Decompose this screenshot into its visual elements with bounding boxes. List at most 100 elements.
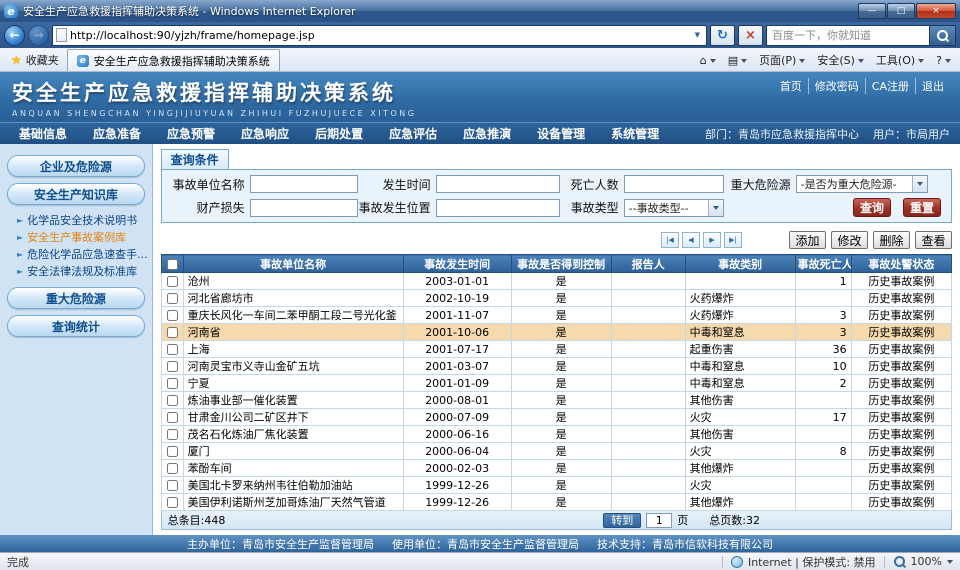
nav-item[interactable]: 应急评估 <box>376 125 450 142</box>
browser-tab[interactable]: e 安全生产应急救援指挥辅助决策系统 <box>67 49 280 71</box>
zoom-control[interactable]: 100% <box>893 555 953 568</box>
table-row[interactable]: 重庆长风化一车间二苯甲酮工段二号光化釜 2001-11-07 是 火药爆炸 3 … <box>161 307 951 324</box>
row-checkbox[interactable] <box>167 327 178 338</box>
close-button[interactable]: × <box>916 3 956 19</box>
back-button[interactable]: ← <box>4 25 25 46</box>
table-row[interactable]: 苯酚车间 2000-02-03 是 其他爆炸 历史事故案例 <box>161 460 951 477</box>
browser-titlebar[interactable]: e 安全生产应急救援指挥辅助决策系统 - Windows Internet Ex… <box>0 0 960 22</box>
address-field[interactable]: ▼ <box>52 25 707 46</box>
maximize-button[interactable]: □ <box>887 3 915 19</box>
goto-page-button[interactable]: 转到 <box>603 513 641 528</box>
table-row[interactable]: 茂名石化炼油厂焦化装置 2000-06-16 是 其他伤害 历史事故案例 <box>161 426 951 443</box>
browser-menu-item[interactable]: ? <box>930 50 957 70</box>
browser-menu-item[interactable]: 安全(S) <box>811 50 870 70</box>
deaths-input[interactable] <box>624 175 724 193</box>
row-checkbox[interactable] <box>167 412 178 423</box>
print-button[interactable]: ▤ <box>722 50 753 70</box>
header-link[interactable]: 修改密码 <box>808 78 865 94</box>
cell-reporter <box>611 443 685 460</box>
home-button[interactable]: ⌂ <box>694 50 722 70</box>
occur-time-label: 发生时间 <box>358 176 436 193</box>
table-row[interactable]: 河北省廊坊市 2002-10-19 是 火药爆炸 历史事故案例 <box>161 290 951 307</box>
nav-item[interactable]: 应急推演 <box>450 125 524 142</box>
header-link[interactable]: 退出 <box>915 78 950 94</box>
sidebar-group-knowledge[interactable]: 安全生产知识库 <box>7 183 145 205</box>
search-submit-button[interactable]: 查询 <box>853 198 891 217</box>
stop-button[interactable]: × <box>738 25 763 46</box>
cell-deaths <box>795 477 851 494</box>
row-checkbox[interactable] <box>167 497 178 508</box>
row-checkbox[interactable] <box>167 310 178 321</box>
sidebar-group-stats[interactable]: 查询统计 <box>7 315 145 337</box>
nav-item[interactable]: 应急准备 <box>80 125 154 142</box>
search-button[interactable] <box>929 26 955 45</box>
table-row[interactable]: 宁夏 2001-01-09 是 中毒和窒息 2 历史事故案例 <box>161 375 951 392</box>
select-dropdown-button[interactable] <box>708 200 723 216</box>
occur-time-input[interactable] <box>436 175 560 193</box>
chevron-down-icon <box>918 59 924 66</box>
search-input[interactable] <box>767 29 929 42</box>
table-row[interactable]: 炼油事业部一催化装置 2000-08-01 是 其他伤害 历史事故案例 <box>161 392 951 409</box>
minimize-button[interactable]: — <box>858 3 886 19</box>
last-page-button[interactable]: ▶| <box>724 232 742 248</box>
row-checkbox[interactable] <box>167 480 178 491</box>
row-checkbox[interactable] <box>167 446 178 457</box>
next-page-button[interactable]: ▶ <box>703 232 721 248</box>
hazard-select[interactable]: -是否为重大危险源- <box>796 175 928 193</box>
add-button[interactable]: 添加 <box>789 231 826 249</box>
forward-button[interactable]: → <box>28 25 49 46</box>
table-row[interactable]: 河南灵宝市义寺山金矿五坑 2001-03-07 是 中毒和窒息 10 历史事故案… <box>161 358 951 375</box>
sidebar-link[interactable]: ► 化学品安全技术说明书 <box>17 212 148 229</box>
nav-item[interactable]: 应急预警 <box>154 125 228 142</box>
browser-menu-item[interactable]: 页面(P) <box>753 50 811 70</box>
url-input[interactable] <box>70 29 689 42</box>
table-row[interactable]: 甘肃金川公司二矿区井下 2000-07-09 是 火灾 17 历史事故案例 <box>161 409 951 426</box>
sidebar-link[interactable]: ► 安全法律法规及标准库 <box>17 263 148 280</box>
sidebar-link[interactable]: ► 危险化学品应急速查手... <box>17 246 148 263</box>
nav-item[interactable]: 后期处置 <box>302 125 376 142</box>
row-checkbox[interactable] <box>167 293 178 304</box>
table-row[interactable]: 美国北卡罗来纳州韦往伯勒加油站 1999-12-26 是 火灾 历史事故案例 <box>161 477 951 494</box>
table-row[interactable]: 河南省 2001-10-06 是 中毒和窒息 3 历史事故案例 <box>161 324 951 341</box>
favorites-button[interactable]: ★ 收藏夹 <box>3 49 67 71</box>
unit-name-input[interactable] <box>250 175 358 193</box>
location-input[interactable] <box>436 199 560 217</box>
delete-button[interactable]: 删除 <box>873 231 910 249</box>
select-all-checkbox[interactable] <box>167 259 178 270</box>
select-dropdown-button[interactable] <box>912 176 927 192</box>
goto-page-input[interactable] <box>646 513 672 528</box>
main-nav: 基础信息 应急准备 应急预警 应急响应 后期处置 应急评估 应急推演 设备管理 … <box>0 122 960 144</box>
address-dropdown-icon[interactable]: ▼ <box>692 31 703 39</box>
view-button[interactable]: 查看 <box>915 231 952 249</box>
sidebar-group-hazard[interactable]: 重大危险源 <box>7 287 145 309</box>
row-checkbox[interactable] <box>167 395 178 406</box>
header-link[interactable]: 首页 <box>774 78 808 94</box>
row-checkbox[interactable] <box>167 276 178 287</box>
browser-menu-item[interactable]: 工具(O) <box>870 50 930 70</box>
table-row[interactable]: 沧州 2003-01-01 是 1 历史事故案例 <box>161 273 951 290</box>
prev-page-button[interactable]: ◀ <box>682 232 700 248</box>
first-page-button[interactable]: |◀ <box>661 232 679 248</box>
table-row[interactable]: 厦门 2000-06-04 是 火灾 8 历史事故案例 <box>161 443 951 460</box>
nav-item[interactable]: 基础信息 <box>6 125 80 142</box>
type-select[interactable]: --事故类型-- <box>624 199 724 217</box>
row-checkbox[interactable] <box>167 463 178 474</box>
sidebar-link[interactable]: ► 安全生产事故案例库 <box>17 229 148 246</box>
refresh-button[interactable]: ↻ <box>710 25 735 46</box>
row-checkbox[interactable] <box>167 344 178 355</box>
row-checkbox[interactable] <box>167 429 178 440</box>
table-row[interactable]: 上海 2001-07-17 是 起重伤害 36 历史事故案例 <box>161 341 951 358</box>
row-checkbox[interactable] <box>167 378 178 389</box>
nav-item[interactable]: 系统管理 <box>598 125 672 142</box>
loss-input[interactable] <box>250 199 358 217</box>
row-checkbox[interactable] <box>167 361 178 372</box>
nav-item[interactable]: 设备管理 <box>524 125 598 142</box>
total-items-label: 总条目:448 <box>168 512 226 528</box>
table-row[interactable]: 美国伊利诺斯州芝加哥炼油厂天然气管道 1999-12-26 是 其他爆炸 历史事… <box>161 494 951 511</box>
cell-reporter <box>611 409 685 426</box>
header-link[interactable]: CA注册 <box>865 78 915 94</box>
reset-button[interactable]: 重置 <box>903 198 941 217</box>
sidebar-group-enterprise[interactable]: 企业及危险源 <box>7 155 145 177</box>
edit-button[interactable]: 修改 <box>831 231 868 249</box>
nav-item[interactable]: 应急响应 <box>228 125 302 142</box>
